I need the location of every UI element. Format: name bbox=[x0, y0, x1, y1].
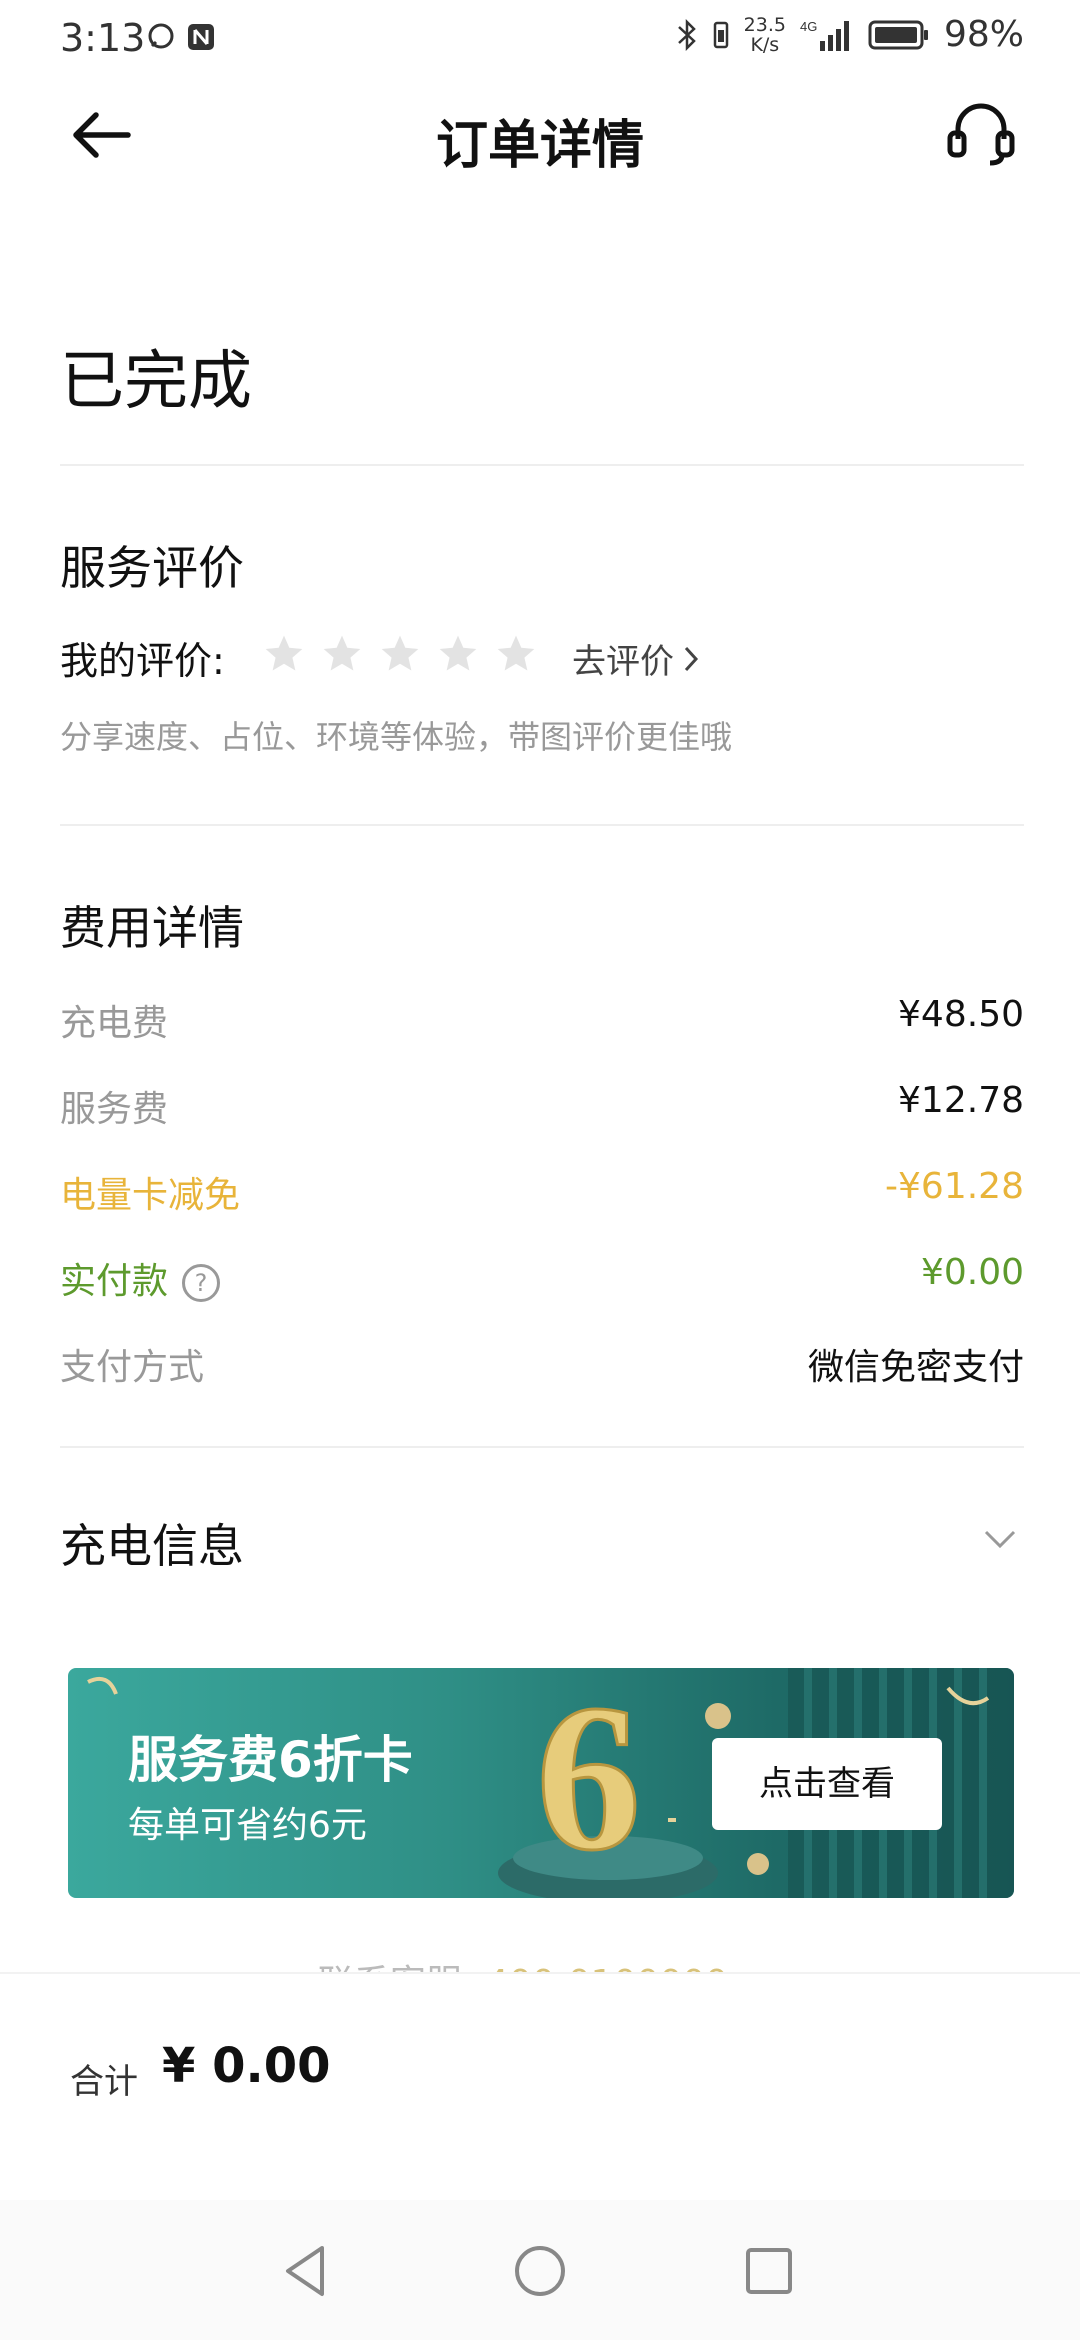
fee-row-service: 服务费 ¥12.78 bbox=[60, 1080, 1024, 1130]
divider bbox=[60, 464, 1024, 466]
divider bbox=[60, 824, 1024, 826]
contact-phone[interactable]: 400-0100000 bbox=[486, 1963, 728, 1972]
promo-banner[interactable]: 6 服务费6折卡 每单可省约6元 点击查看 bbox=[68, 1668, 1014, 1898]
svg-text:4G: 4G bbox=[800, 19, 817, 34]
status-bar: 3:13 23.5 K/s 4G 98% bbox=[0, 0, 1080, 84]
go-review-label: 去评价 bbox=[572, 642, 674, 682]
nav-back-icon[interactable] bbox=[272, 2236, 342, 2306]
my-rating-label: 我的评价: bbox=[60, 639, 225, 683]
star-icon[interactable] bbox=[436, 632, 480, 676]
fee-label: 电量卡减免 bbox=[60, 1175, 241, 1216]
paid-label: 实付款 bbox=[60, 1261, 169, 1302]
status-time: 3:13 bbox=[60, 16, 146, 60]
nav-home-icon[interactable] bbox=[505, 2236, 575, 2306]
fee-label: 实付款? bbox=[60, 1252, 221, 1304]
fee-value: ¥0.00 bbox=[920, 1252, 1024, 1293]
star-icon[interactable] bbox=[378, 632, 422, 676]
divider bbox=[60, 1446, 1024, 1448]
battery-icon bbox=[868, 20, 928, 49]
fee-label: 支付方式 bbox=[60, 1347, 205, 1388]
star-icon[interactable] bbox=[494, 632, 538, 676]
rating-stars[interactable] bbox=[262, 632, 538, 676]
battery-percent: 98% bbox=[943, 14, 1024, 55]
star-icon[interactable] bbox=[262, 632, 306, 676]
total-bar: 合计 ¥ 0.00 bbox=[0, 1972, 1080, 2200]
page-title: 订单详情 bbox=[435, 116, 644, 176]
system-nav-bar bbox=[0, 2200, 1080, 2340]
fee-label: 充电费 bbox=[60, 1003, 169, 1044]
view-offer-button[interactable]: 点击查看 bbox=[712, 1738, 942, 1830]
review-section-title: 服务评价 bbox=[60, 541, 244, 595]
rating-hint: 分享速度、占位、环境等体验，带图评价更佳哦 bbox=[60, 718, 733, 756]
fee-label: 服务费 bbox=[60, 1089, 169, 1130]
vibrate-icon bbox=[713, 21, 728, 48]
banner-subtitle: 每单可省约6元 bbox=[128, 1805, 367, 1846]
fee-row-charging: 充电费 ¥48.50 bbox=[60, 994, 1024, 1044]
bluetooth-icon bbox=[677, 18, 696, 51]
fee-row-payment-method: 支付方式 微信免密支付 bbox=[60, 1338, 1024, 1388]
svg-text:6: 6 bbox=[536, 1668, 641, 1894]
fee-value: 微信免密支付 bbox=[807, 1347, 1024, 1388]
help-icon[interactable]: ? bbox=[182, 1264, 221, 1302]
headset-icon bbox=[947, 103, 1015, 166]
order-status: 已完成 bbox=[60, 345, 252, 419]
fees-section-title: 费用详情 bbox=[60, 901, 244, 955]
fee-row-paid: 实付款? ¥0.00 bbox=[60, 1252, 1024, 1302]
signal-icon: 4G bbox=[800, 19, 849, 51]
star-icon[interactable] bbox=[320, 632, 364, 676]
fee-value: -¥61.28 bbox=[885, 1166, 1024, 1207]
total-label: 合计 bbox=[70, 2062, 138, 2102]
contact-label: 联系客服 bbox=[318, 1963, 462, 1972]
network-speed: 23.5 K/s bbox=[743, 13, 786, 56]
message-icon bbox=[148, 23, 174, 49]
contact-line[interactable]: 联系客服 400-0100000 bbox=[318, 1956, 728, 1972]
chevron-down-icon[interactable] bbox=[980, 1520, 1020, 1560]
nav-recents-icon[interactable] bbox=[734, 2236, 804, 2306]
nfc-icon bbox=[188, 24, 214, 50]
chevron-right-icon bbox=[684, 646, 699, 671]
banner-title: 服务费6折卡 bbox=[128, 1731, 413, 1789]
total-value: ¥ 0.00 bbox=[162, 2038, 331, 2094]
app-header: 订单详情 bbox=[0, 95, 1080, 176]
fee-row-discount: 电量卡减免 -¥61.28 bbox=[60, 1166, 1024, 1216]
fee-value: ¥12.78 bbox=[898, 1080, 1024, 1121]
customer-service-button[interactable] bbox=[946, 103, 1016, 167]
fee-value: ¥48.50 bbox=[898, 994, 1024, 1035]
charge-info-toggle[interactable]: 充电信息 bbox=[60, 1510, 244, 1576]
go-review-link[interactable]: 去评价 bbox=[572, 634, 700, 683]
